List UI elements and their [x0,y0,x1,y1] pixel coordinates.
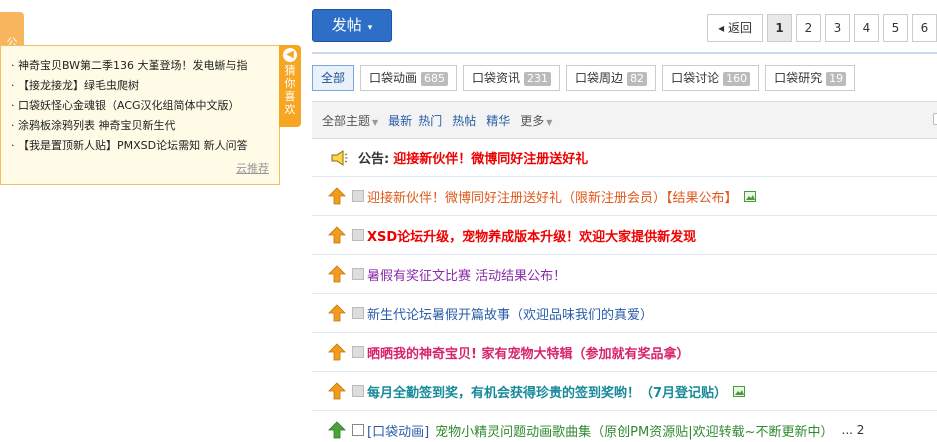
caret-down-icon: ▼ [372,117,379,127]
arrow-up-icon [328,187,346,205]
thread-row[interactable]: 暑假有奖征文比赛 活动结果公布！ [312,255,937,294]
announcement-title[interactable]: 迎接新伙伴！微博同好注册送好礼 [393,148,588,167]
category-filter: 全部 口袋动画 685 口袋资讯 231 口袋周边 82 口袋讨论 160 口袋研究 19 [312,65,856,91]
recommend-item[interactable]: 【我是置顶新人贴】PMXSD论坛需知 新人问答 [11,136,273,156]
category-label: 口袋研究 [774,71,823,85]
checkbox[interactable] [352,229,364,241]
arrow-up-icon [328,421,346,439]
checkbox[interactable] [352,346,364,358]
all-topics-label: 全部主题 [322,113,371,128]
checkbox[interactable] [352,307,364,319]
category-count: 160 [723,72,751,86]
category-label: 口袋动画 [369,71,418,85]
pagination: ◂ 返回 1 2 3 4 5 6 [707,14,937,42]
forum-page: 公 神奇宝贝BW第二季136 大堇登场！发电蜥与指 【接龙接龙】绿毛虫爬树 口袋… [0,0,937,442]
thread-row[interactable]: 晒晒我的神奇宝贝! 家有宠物大特辑（参加就有奖品拿） [312,333,937,372]
filter-more-label: 更多 [520,113,545,128]
cloud-recommend-link[interactable]: 云推荐 [236,160,269,176]
guess-you-like-label: 猜你喜欢 [284,64,296,116]
category-merch[interactable]: 口袋周边 82 [566,65,657,91]
checkbox-icon[interactable] [933,113,937,125]
guess-you-like-tab[interactable]: ◀ 猜你喜欢 [279,45,301,127]
thread-category-tag[interactable]: [口袋动画] [367,421,429,440]
category-count: 231 [524,72,552,86]
thread-row[interactable]: XSD论坛升级，宠物养成版本升级！欢迎大家提供新发现 [312,216,937,255]
thread-title[interactable]: 新生代论坛暑假开篇故事（欢迎品味我们的真爱） [367,304,653,323]
thread-title[interactable]: 每月全勤签到奖，有机会获得珍贵的签到奖哟！（7月登记贴） [367,382,727,401]
thread-title[interactable]: 迎接新伙伴！微博同好注册送好礼（限新注册会员）【结果公布】 [367,187,738,206]
category-all[interactable]: 全部 [312,65,355,91]
filter-hot-posts[interactable]: 热帖 [452,112,476,129]
recommend-item[interactable]: 口袋妖怪心金魂银（ACG汉化组简体中文版） [11,96,273,116]
page-link-current[interactable]: 1 [767,14,792,42]
category-news[interactable]: 口袋资讯 231 [463,65,561,91]
page-link[interactable]: 6 [912,14,937,42]
category-label: 口袋周边 [575,71,624,85]
thread-row[interactable]: 新生代论坛暑假开篇故事（欢迎品味我们的真爱） [312,294,937,333]
arrow-left-icon: ◀ [283,48,297,62]
category-discussion[interactable]: 口袋讨论 160 [662,65,760,91]
recommend-list: 神奇宝贝BW第二季136 大堇登场！发电蜥与指 【接龙接龙】绿毛虫爬树 口袋妖怪… [1,46,279,156]
thread-title[interactable]: 晒晒我的神奇宝贝! 家有宠物大特辑（参加就有奖品拿） [367,343,689,362]
thread-title[interactable]: XSD论坛升级，宠物养成版本升级！欢迎大家提供新发现 [367,226,696,245]
new-post-label: 发帖 [331,16,362,34]
checkbox[interactable] [352,190,364,202]
arrow-up-icon [328,382,346,400]
back-button[interactable]: ◂ 返回 [707,14,763,42]
filter-digest[interactable]: 精华 [486,112,510,129]
arrow-up-icon [328,304,346,322]
all-topics-dropdown[interactable]: 全部主题 ▼ [322,112,378,129]
arrow-up-icon [328,343,346,361]
category-count: 685 [421,72,449,86]
image-icon [743,190,756,202]
category-label: 口袋资讯 [472,71,521,85]
thread-page-links[interactable]: ... 2 [842,423,865,437]
recommend-item[interactable]: 神奇宝贝BW第二季136 大堇登场！发电蜥与指 [11,56,273,76]
recommend-panel: 神奇宝贝BW第二季136 大堇登场！发电蜥与指 【接龙接龙】绿毛虫爬树 口袋妖怪… [0,45,280,185]
page-link[interactable]: 4 [854,14,879,42]
checkbox[interactable] [352,424,364,436]
category-research[interactable]: 口袋研究 19 [765,65,856,91]
thread-row[interactable]: 迎接新伙伴！微博同好注册送好礼（限新注册会员）【结果公布】 [312,177,937,216]
recommend-item[interactable]: 涂鸦板涂鸦列表 神奇宝贝新生代 [11,116,273,136]
filter-hot[interactable]: 热门 [418,112,442,129]
arrow-up-icon [328,265,346,283]
category-label: 全部 [321,71,346,85]
filter-more-dropdown[interactable]: 更多 ▼ [520,112,552,129]
caret-down-icon: ▼ [546,117,553,127]
new-post-button[interactable]: 发帖 ▾ [312,9,392,42]
category-label: 口袋讨论 [671,71,720,85]
announcement-row[interactable]: 公告: 迎接新伙伴！微博同好注册送好礼 [312,139,937,177]
thread-title[interactable]: 宠物小精灵问题动画歌曲集（原创PM资源贴|欢迎转载~不断更新中） [435,421,833,440]
checkbox[interactable] [352,268,364,280]
recommend-item[interactable]: 【接龙接龙】绿毛虫爬树 [11,76,273,96]
chevron-down-icon: ▾ [367,23,373,33]
filter-latest[interactable]: 最新 [388,112,412,129]
thread-title[interactable]: 暑假有奖征文比赛 活动结果公布！ [367,265,566,284]
category-anime[interactable]: 口袋动画 685 [360,65,458,91]
page-link[interactable]: 5 [883,14,908,42]
page-link[interactable]: 3 [825,14,850,42]
megaphone-icon [331,149,348,166]
page-link[interactable]: 2 [796,14,821,42]
category-count: 82 [627,72,648,86]
thread-row[interactable]: [口袋动画] 宠物小精灵问题动画歌曲集（原创PM资源贴|欢迎转载~不断更新中） … [312,411,937,442]
image-icon [733,385,746,397]
category-count: 19 [826,72,847,86]
thread-row[interactable]: 每月全勤签到奖，有机会获得珍贵的签到奖哟！（7月登记贴） [312,372,937,411]
arrow-up-icon [328,226,346,244]
thread-list: 全部主题 ▼ 最新 热门 热帖 精华 更多 ▼ 公告: 迎接新伙伴！微博同好注册送好… [312,101,937,442]
announcement-label: 公告: [358,152,390,167]
thread-filter-bar: 全部主题 ▼ 最新 热门 热帖 精华 更多 ▼ [312,101,937,139]
checkbox[interactable] [352,385,364,397]
header-divider [312,52,937,54]
